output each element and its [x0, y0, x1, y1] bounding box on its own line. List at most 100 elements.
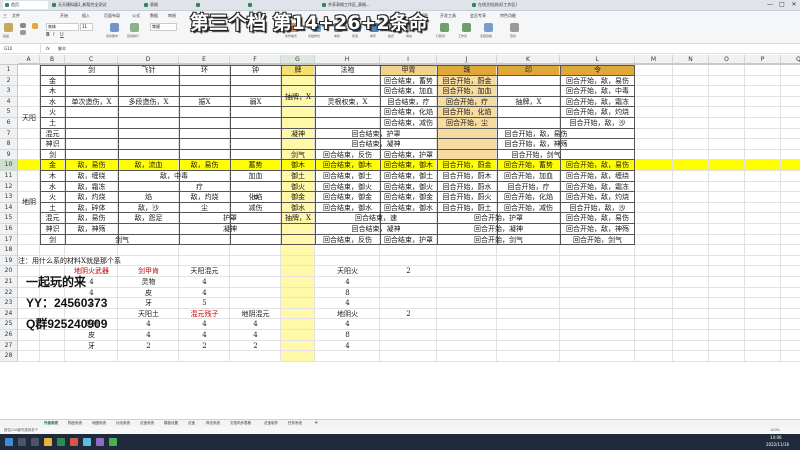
- table-cell[interactable]: 皮: [65, 330, 118, 341]
- element-label[interactable]: 木: [40, 171, 65, 182]
- table-cell[interactable]: 回合结束，御金: [315, 192, 380, 203]
- paste-icon[interactable]: [4, 23, 13, 32]
- table-cell[interactable]: 4: [118, 330, 179, 341]
- header-cell[interactable]: 印: [497, 65, 560, 76]
- table-cell[interactable]: 敌，霜冻: [65, 182, 118, 193]
- table-cell[interactable]: 回合开始，凝神: [437, 224, 560, 235]
- row-header-14[interactable]: 14: [0, 202, 18, 214]
- table-cell[interactable]: 回合开始，敌，易伤: [560, 213, 635, 224]
- table-cell[interactable]: 敌，易伤: [65, 160, 118, 171]
- table-cell[interactable]: 敌，灼烧: [179, 192, 230, 203]
- header-cell[interactable]: 飞针: [118, 65, 179, 76]
- table-cell[interactable]: 回合结束，御火: [315, 182, 380, 193]
- table-cell[interactable]: 回合开始，敌，神殇: [560, 224, 635, 235]
- cut-icon[interactable]: [20, 23, 26, 28]
- game-app-icon[interactable]: [109, 438, 117, 446]
- table-cell[interactable]: 回合结束，护罩: [380, 150, 437, 161]
- table-cell[interactable]: 回合开始，敌，霜冻: [560, 182, 635, 193]
- table-cell[interactable]: 回合结束，护罩: [380, 235, 437, 246]
- table-cell[interactable]: 回合开始，敌，中毒: [560, 86, 635, 97]
- table-cell[interactable]: 敌，中毒: [118, 171, 230, 182]
- bold-button[interactable]: B: [46, 32, 50, 38]
- number-format-select[interactable]: 常规: [150, 23, 177, 31]
- table-cell[interactable]: 回合结束，凝神: [315, 224, 437, 235]
- row-header-1[interactable]: 1: [0, 65, 18, 76]
- table-cell[interactable]: 回合开始，敌，神殇: [437, 139, 635, 150]
- table-cell[interactable]: 御水: [281, 203, 315, 214]
- table-cell[interactable]: 剑气: [281, 150, 315, 161]
- format-painter-icon[interactable]: [32, 23, 38, 29]
- column-header-O[interactable]: O: [709, 55, 745, 64]
- spreadsheet-grid[interactable]: A B C D E F G H I J K L M N O P Q 1 2 3 4 5 6 7 8 9 10 11 12 13 14 15 16…: [0, 55, 800, 419]
- tab-doc-2[interactable]: 表格: [142, 1, 192, 9]
- find-icon[interactable]: [510, 23, 519, 32]
- column-header-D[interactable]: D: [118, 55, 179, 64]
- column-header-F[interactable]: F: [230, 55, 281, 64]
- column-header-N[interactable]: N: [673, 55, 709, 64]
- table-cell[interactable]: 加血: [230, 171, 281, 182]
- table-cell[interactable]: 疗: [118, 182, 281, 193]
- table-cell[interactable]: 焰: [118, 192, 179, 203]
- file-explorer-icon[interactable]: [44, 438, 52, 446]
- sheet-tab[interactable]: 物品系统: [68, 421, 82, 426]
- menu-page-layout[interactable]: 页面布局: [104, 13, 120, 19]
- row-header-7[interactable]: 7: [0, 128, 18, 140]
- table-cell[interactable]: 尘: [179, 203, 230, 214]
- table-cell[interactable]: 4: [179, 319, 230, 330]
- element-label[interactable]: 混元: [40, 129, 65, 140]
- worksheet-icon[interactable]: [462, 23, 471, 32]
- table-cell[interactable]: 敌，易伤: [65, 213, 118, 224]
- font-name-select[interactable]: 宋体: [46, 23, 79, 31]
- table-cell[interactable]: 回合开始，敌，易伤: [437, 129, 635, 140]
- table-cell[interactable]: 4: [230, 330, 281, 341]
- freeze-panes-icon[interactable]: [484, 23, 493, 32]
- copy-icon[interactable]: [20, 30, 26, 35]
- table-cell[interactable]: 敌，易伤: [179, 160, 230, 171]
- table-cell[interactable]: 回合开始，敌，缠绕: [560, 171, 635, 182]
- table-cell[interactable]: 回合开始，尘: [437, 118, 497, 129]
- row-header-15[interactable]: 15: [0, 213, 18, 224]
- material-header[interactable]: 天阳火: [315, 266, 380, 277]
- row-header-21[interactable]: 21: [0, 277, 18, 288]
- video-app-icon[interactable]: [70, 438, 78, 446]
- element-label[interactable]: 火: [40, 192, 65, 203]
- group-label[interactable]: 地阴: [18, 160, 40, 245]
- table-cell[interactable]: 回合结束，护罩: [315, 129, 437, 140]
- row-header-23[interactable]: 23: [0, 298, 18, 309]
- menu-review[interactable]: 审阅: [168, 13, 176, 19]
- underline-button[interactable]: U: [60, 32, 64, 38]
- table-cell[interactable]: 回合开始，敌，灼烧: [560, 192, 635, 203]
- table-cell[interactable]: 回合开始，加血: [437, 86, 497, 97]
- table-cell[interactable]: 回合开始，剑气: [437, 150, 635, 161]
- table-cell[interactable]: 回合结束，化焰: [380, 107, 437, 118]
- element-label[interactable]: 水: [40, 97, 65, 108]
- element-label[interactable]: 金: [40, 160, 65, 171]
- element-label[interactable]: 剑: [40, 150, 65, 161]
- table-cell[interactable]: 多段造伤，X: [118, 76, 179, 129]
- zoom-level[interactable]: 100%: [770, 428, 780, 432]
- element-label[interactable]: 神识: [40, 139, 65, 150]
- row-header-10[interactable]: 10: [0, 160, 18, 171]
- sheet-tab[interactable]: 模板设置: [164, 421, 178, 426]
- row-header-8[interactable]: 8: [0, 139, 18, 150]
- row-header-11[interactable]: 11: [0, 171, 18, 182]
- header-cell[interactable]: 剑: [65, 65, 118, 76]
- add-sheet-button[interactable]: +: [314, 420, 318, 426]
- menu-developer[interactable]: 开发工具: [440, 13, 456, 19]
- row-header-24[interactable]: 24: [0, 308, 18, 320]
- header-cell[interactable]: 甲胄: [380, 65, 437, 76]
- table-cell[interactable]: 敌，缠绕: [65, 171, 118, 182]
- table-cell[interactable]: 8: [315, 330, 380, 341]
- table-cell[interactable]: 8: [315, 288, 380, 299]
- row-header-26[interactable]: 26: [0, 330, 18, 341]
- column-header-Q[interactable]: Q: [781, 55, 800, 64]
- table-cell[interactable]: 减伤: [230, 203, 281, 214]
- element-label[interactable]: 火: [40, 107, 65, 118]
- name-box[interactable]: G10: [4, 44, 41, 53]
- table-cell[interactable]: 剑气: [65, 235, 179, 246]
- table-cell[interactable]: 5: [179, 298, 230, 309]
- table-cell[interactable]: 凝神: [281, 129, 315, 140]
- table-cell[interactable]: 4: [230, 319, 281, 330]
- table-cell[interactable]: 振X: [179, 76, 230, 129]
- row-header-6[interactable]: 6: [0, 118, 18, 129]
